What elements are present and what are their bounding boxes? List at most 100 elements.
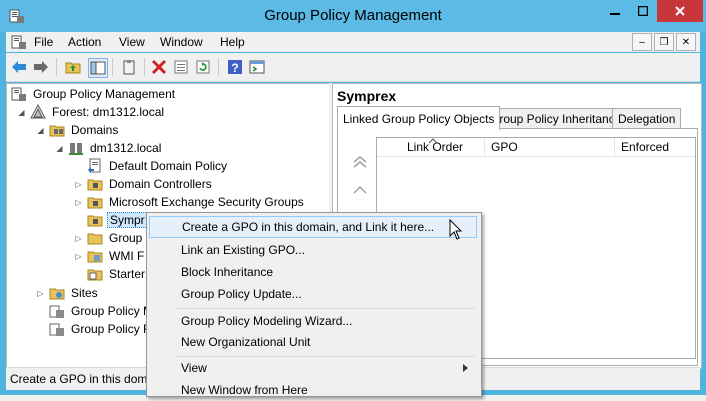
menu-help[interactable]: Help bbox=[220, 35, 245, 49]
results-icon bbox=[49, 323, 64, 336]
tree-item-domain-controllers[interactable]: ▷ Domain Controllers bbox=[74, 175, 214, 193]
tree-item-sites[interactable]: ▷ Sites bbox=[36, 284, 100, 302]
list-header: Link Order GPO Enforced bbox=[377, 138, 695, 157]
app-window: Group Policy Management File Action View… bbox=[0, 0, 706, 397]
mdi-restore-button[interactable]: ❐ bbox=[654, 33, 674, 51]
ou-folder-icon bbox=[87, 215, 103, 227]
menu-item-link-existing-gpo[interactable]: Link an Existing GPO... bbox=[149, 239, 477, 261]
menu-item-create-gpo-and-link[interactable]: Create a GPO in this domain, and Link it… bbox=[149, 216, 477, 238]
maximize-icon bbox=[638, 6, 648, 16]
console-icon bbox=[249, 60, 265, 74]
system-menu-icon[interactable] bbox=[11, 34, 27, 50]
expand-arrow-icon[interactable]: ▷ bbox=[74, 234, 83, 243]
column-enforced[interactable]: Enforced bbox=[615, 138, 695, 156]
svg-text:?: ? bbox=[231, 61, 238, 75]
up-folder-button[interactable] bbox=[64, 58, 82, 76]
menu-window[interactable]: Window bbox=[160, 35, 203, 49]
tree-item-label: Microsoft Exchange Security Groups bbox=[109, 195, 304, 209]
tree-item-label: Forest: dm1312.local bbox=[52, 105, 165, 119]
tree-item-forest[interactable]: ◢ Forest: dm1312.local bbox=[17, 103, 166, 121]
menu-item-label: Link an Existing GPO... bbox=[181, 243, 306, 257]
forward-button[interactable] bbox=[32, 58, 50, 76]
up-folder-icon bbox=[65, 62, 81, 74]
show-hide-tree-button[interactable] bbox=[88, 58, 108, 78]
delete-button[interactable] bbox=[150, 58, 168, 76]
move-to-top-icon[interactable] bbox=[352, 155, 368, 169]
column-gpo[interactable]: GPO bbox=[485, 138, 615, 156]
title-bar[interactable]: Group Policy Management bbox=[0, 0, 706, 32]
collapse-arrow-icon[interactable]: ◢ bbox=[36, 126, 45, 135]
menu-item-modeling-wizard[interactable]: Group Policy Modeling Wizard... bbox=[149, 310, 477, 332]
tree-item-domain[interactable]: ◢ dm1312.local bbox=[55, 139, 163, 157]
forward-icon bbox=[34, 61, 48, 73]
tree-item-label: WMI F bbox=[109, 249, 145, 263]
expand-arrow-icon[interactable]: ▷ bbox=[74, 252, 83, 261]
back-button[interactable] bbox=[10, 58, 28, 76]
tree-item-label: Domains bbox=[71, 123, 119, 137]
menu-item-new-ou[interactable]: New Organizational Unit bbox=[149, 331, 477, 353]
tree-item-wmi-filters[interactable]: ▷ WMI F bbox=[74, 247, 146, 265]
tree-item-symprex[interactable]: Sympr bbox=[87, 211, 148, 229]
tree-item-exchange-security-groups[interactable]: ▷ Microsoft Exchange Security Groups bbox=[74, 193, 306, 211]
show-hide-tree-icon bbox=[90, 61, 106, 75]
close-icon: ✕ bbox=[681, 36, 691, 48]
menu-item-label: New Organizational Unit bbox=[181, 335, 311, 349]
tree-item-gp-results[interactable]: Group Policy R bbox=[49, 320, 154, 338]
clipboard-icon bbox=[123, 60, 135, 75]
menu-separator bbox=[177, 308, 475, 309]
collapse-arrow-icon[interactable]: ◢ bbox=[17, 108, 26, 117]
restore-icon: ❐ bbox=[659, 36, 669, 48]
tree-item-label: Sites bbox=[71, 286, 98, 300]
tree-item-default-domain-policy[interactable]: Default Domain Policy bbox=[87, 157, 229, 175]
tree-item-label: Starter bbox=[109, 267, 146, 281]
tab-gp-inheritance[interactable]: Group Policy Inheritance bbox=[484, 108, 628, 129]
menu-item-new-window[interactable]: New Window from Here bbox=[149, 379, 477, 401]
menu-file[interactable]: File bbox=[34, 35, 53, 49]
forest-icon bbox=[30, 104, 46, 119]
move-up-icon[interactable] bbox=[352, 183, 368, 197]
tree-item-label: dm1312.local bbox=[90, 141, 162, 155]
clipboard-button[interactable] bbox=[120, 58, 138, 76]
expand-arrow-icon[interactable]: ▷ bbox=[36, 289, 45, 298]
menu-item-block-inheritance[interactable]: Block Inheritance bbox=[149, 261, 477, 283]
mdi-close-button[interactable]: ✕ bbox=[676, 33, 696, 51]
menu-item-gp-update[interactable]: Group Policy Update... bbox=[149, 283, 477, 305]
tree-item-gpm-root[interactable]: Group Policy Management bbox=[11, 85, 177, 103]
console-button[interactable] bbox=[248, 58, 266, 76]
help-icon: ? bbox=[228, 60, 242, 75]
menu-item-label: View bbox=[181, 361, 207, 375]
properties-button[interactable] bbox=[172, 58, 190, 76]
sites-icon bbox=[49, 288, 65, 300]
back-icon bbox=[12, 61, 26, 73]
tree-item-starter-gpos[interactable]: Starter bbox=[87, 265, 147, 283]
details-title: Symprex bbox=[337, 88, 397, 104]
menu-item-label: Group Policy Update... bbox=[181, 287, 302, 301]
menu-item-label: Create a GPO in this domain, and Link it… bbox=[182, 220, 435, 234]
ou-folder-icon bbox=[87, 179, 103, 191]
tree-item-group-policy-objects[interactable]: ▷ Group bbox=[74, 229, 144, 247]
mdi-minimize-button[interactable]: ‒ bbox=[632, 33, 652, 51]
close-button[interactable] bbox=[657, 0, 703, 22]
menu-action[interactable]: Action bbox=[68, 35, 101, 49]
minimize-button[interactable] bbox=[601, 0, 629, 22]
tree-item-label: Group Policy Management bbox=[33, 87, 176, 101]
refresh-button[interactable] bbox=[194, 58, 212, 76]
expand-arrow-icon[interactable]: ▷ bbox=[74, 180, 83, 189]
expand-arrow-icon[interactable]: ▷ bbox=[74, 198, 83, 207]
collapse-arrow-icon[interactable]: ◢ bbox=[55, 144, 64, 153]
toolbar-separator bbox=[112, 58, 113, 76]
starter-folder-icon bbox=[87, 269, 103, 281]
menu-item-view[interactable]: View bbox=[149, 357, 477, 379]
menu-view[interactable]: View bbox=[119, 35, 145, 49]
help-button[interactable]: ? bbox=[226, 58, 244, 76]
maximize-button[interactable] bbox=[629, 0, 657, 22]
tab-delegation[interactable]: Delegation bbox=[612, 108, 682, 129]
tree-item-label: Group Policy R bbox=[71, 322, 152, 336]
domains-icon bbox=[49, 125, 65, 137]
wmi-folder-icon bbox=[87, 251, 103, 263]
tree-item-domains[interactable]: ◢ Domains bbox=[36, 121, 120, 139]
tab-linked-gpos[interactable]: Linked Group Policy Objects bbox=[337, 106, 501, 130]
submenu-arrow-icon bbox=[463, 364, 468, 372]
gpo-link-icon bbox=[88, 158, 101, 173]
tree-item-gp-modeling[interactable]: Group Policy M bbox=[49, 302, 155, 320]
